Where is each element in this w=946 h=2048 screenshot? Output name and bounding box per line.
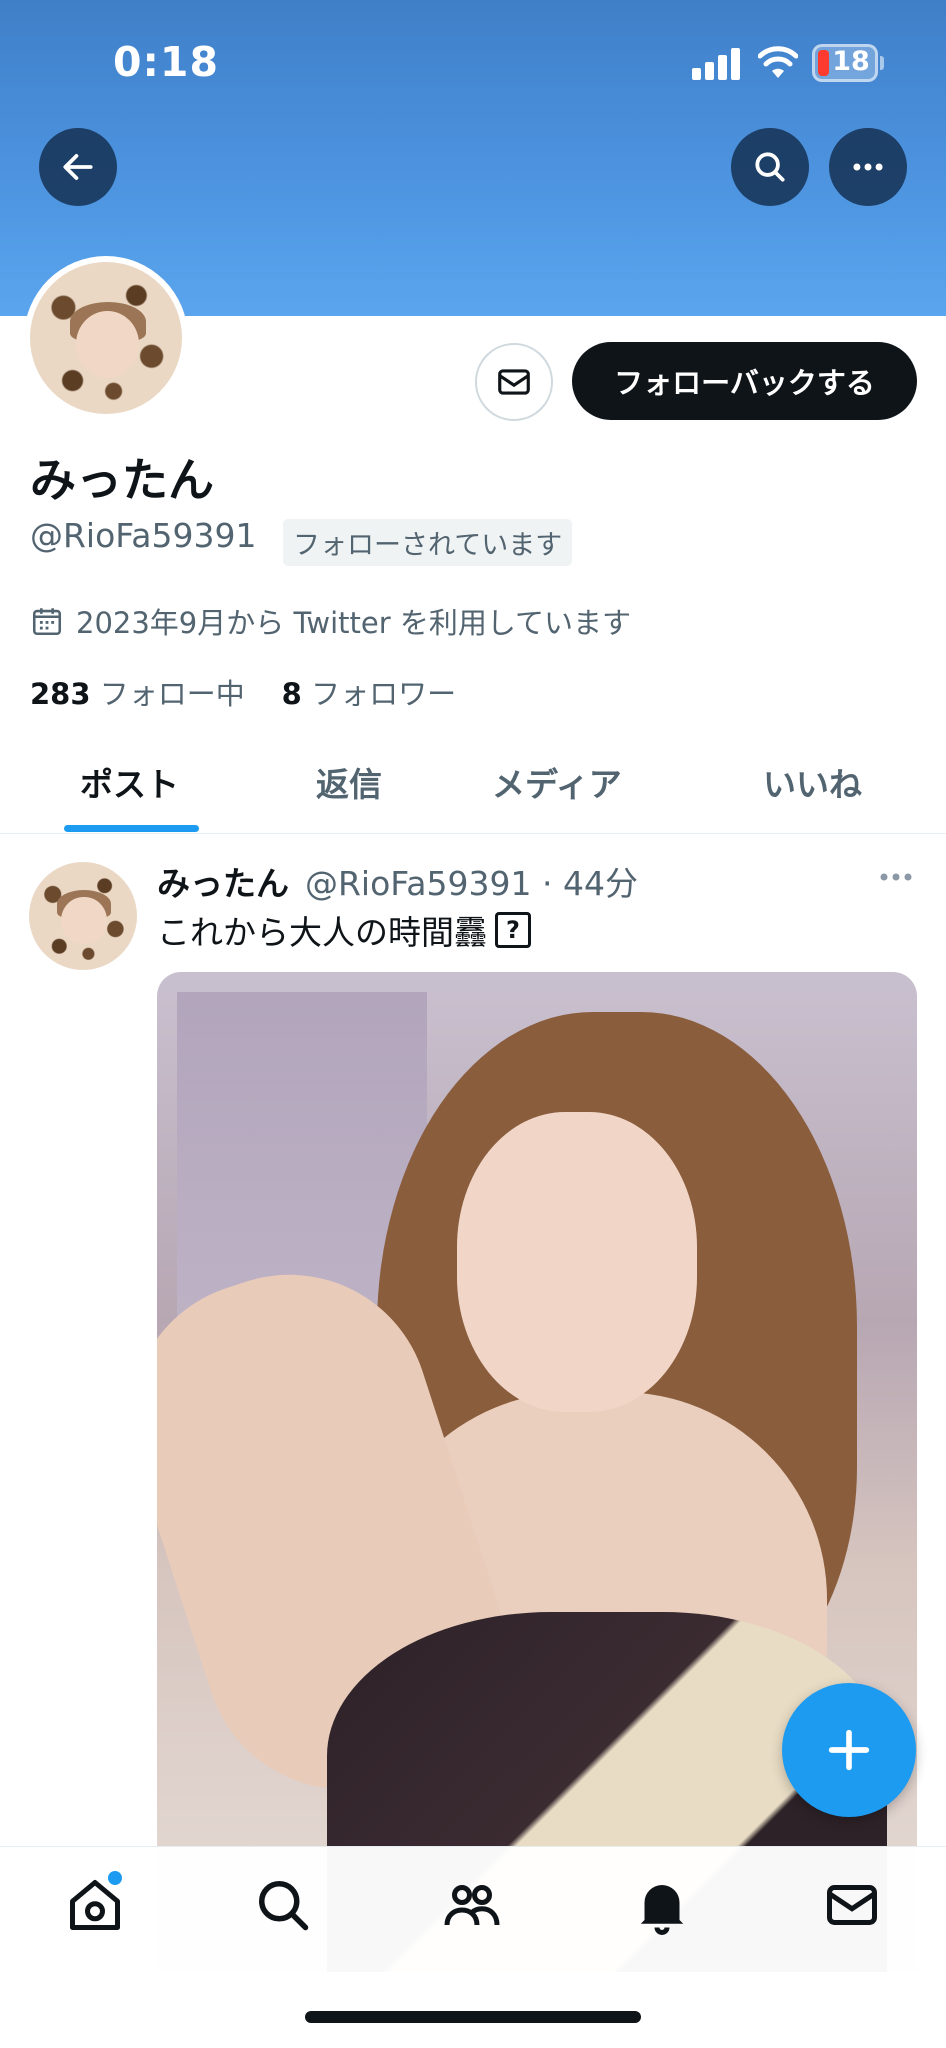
search-icon [755,152,785,182]
back-button[interactable] [39,128,117,206]
following-label: フォロー中 [99,677,245,711]
more-icon [880,873,912,881]
battery-cap [880,56,884,70]
signal-icon [692,48,742,80]
bell-icon [640,1885,684,1935]
followers-link[interactable]: 8 フォロワー [282,677,456,711]
battery-icon: 18 [812,44,878,82]
search-icon [259,1881,309,1931]
tab-indicator [64,825,199,832]
avatar-image [30,262,182,414]
follows-you-badge: フォローされています [283,519,573,566]
back-arrow-icon [63,154,93,180]
nav-communities[interactable] [442,1875,502,1935]
following-count: 283 [30,677,91,711]
battery-level: 18 [832,46,870,77]
tweet-handle: @RioFa59391 [305,864,532,903]
more-icon [853,163,883,171]
follow-counts: 283 フォロー中 8 フォロワー [30,671,456,713]
tweet-text: これから大人の時間䨺 ? [157,906,531,954]
followers-label: フォロワー [311,677,457,711]
nav-notifications[interactable] [632,1875,692,1935]
tweet-meta: @RioFa59391 · 44分 [305,857,638,905]
calendar-icon [32,608,62,636]
handle: @RioFa59391 [30,516,257,555]
join-date-text: 2023年9月から Twitter を利用しています [76,606,632,640]
tab-posts[interactable]: ポスト [80,758,179,806]
nav-messages[interactable] [822,1875,882,1935]
followers-count: 8 [281,677,302,711]
home-notification-dot [108,1871,122,1885]
tab-likes[interactable]: いいね [763,758,862,806]
wifi-icon [757,44,799,80]
mail-icon [827,1885,877,1925]
profile-tabs: ポスト 返信 メディア いいね [0,740,946,834]
compose-button[interactable] [782,1683,916,1817]
plus-icon [828,1729,870,1771]
mail-icon [498,369,530,395]
communities-icon [444,1885,500,1926]
following-link[interactable]: 283 フォロー中 [30,677,254,711]
profile-avatar[interactable] [24,256,188,420]
follow-back-button[interactable]: フォローバックする [572,342,917,420]
tweet-text-content: これから大人の時間䨺 [157,913,487,952]
more-button[interactable] [829,128,907,206]
search-button[interactable] [731,128,809,206]
display-name: みったん [30,453,214,507]
tweet-more-button[interactable] [876,862,916,892]
home-indicator [305,2011,641,2023]
tweet-avatar[interactable] [29,862,137,970]
tweet-time[interactable]: 44分 [563,864,638,903]
join-date: 2023年9月から Twitter を利用しています [30,600,631,642]
nav-search[interactable] [253,1875,313,1935]
status-time: 0:18 [113,38,219,86]
tweet-separator: · [541,864,553,903]
unknown-emoji-glyph: ? [495,912,531,948]
tab-replies[interactable]: 返信 [316,758,382,806]
tweet-author-name[interactable]: みったん [157,857,289,905]
tab-media[interactable]: メディア [492,758,622,806]
message-button[interactable] [475,343,553,421]
tweet-media-image[interactable] [157,972,917,1972]
